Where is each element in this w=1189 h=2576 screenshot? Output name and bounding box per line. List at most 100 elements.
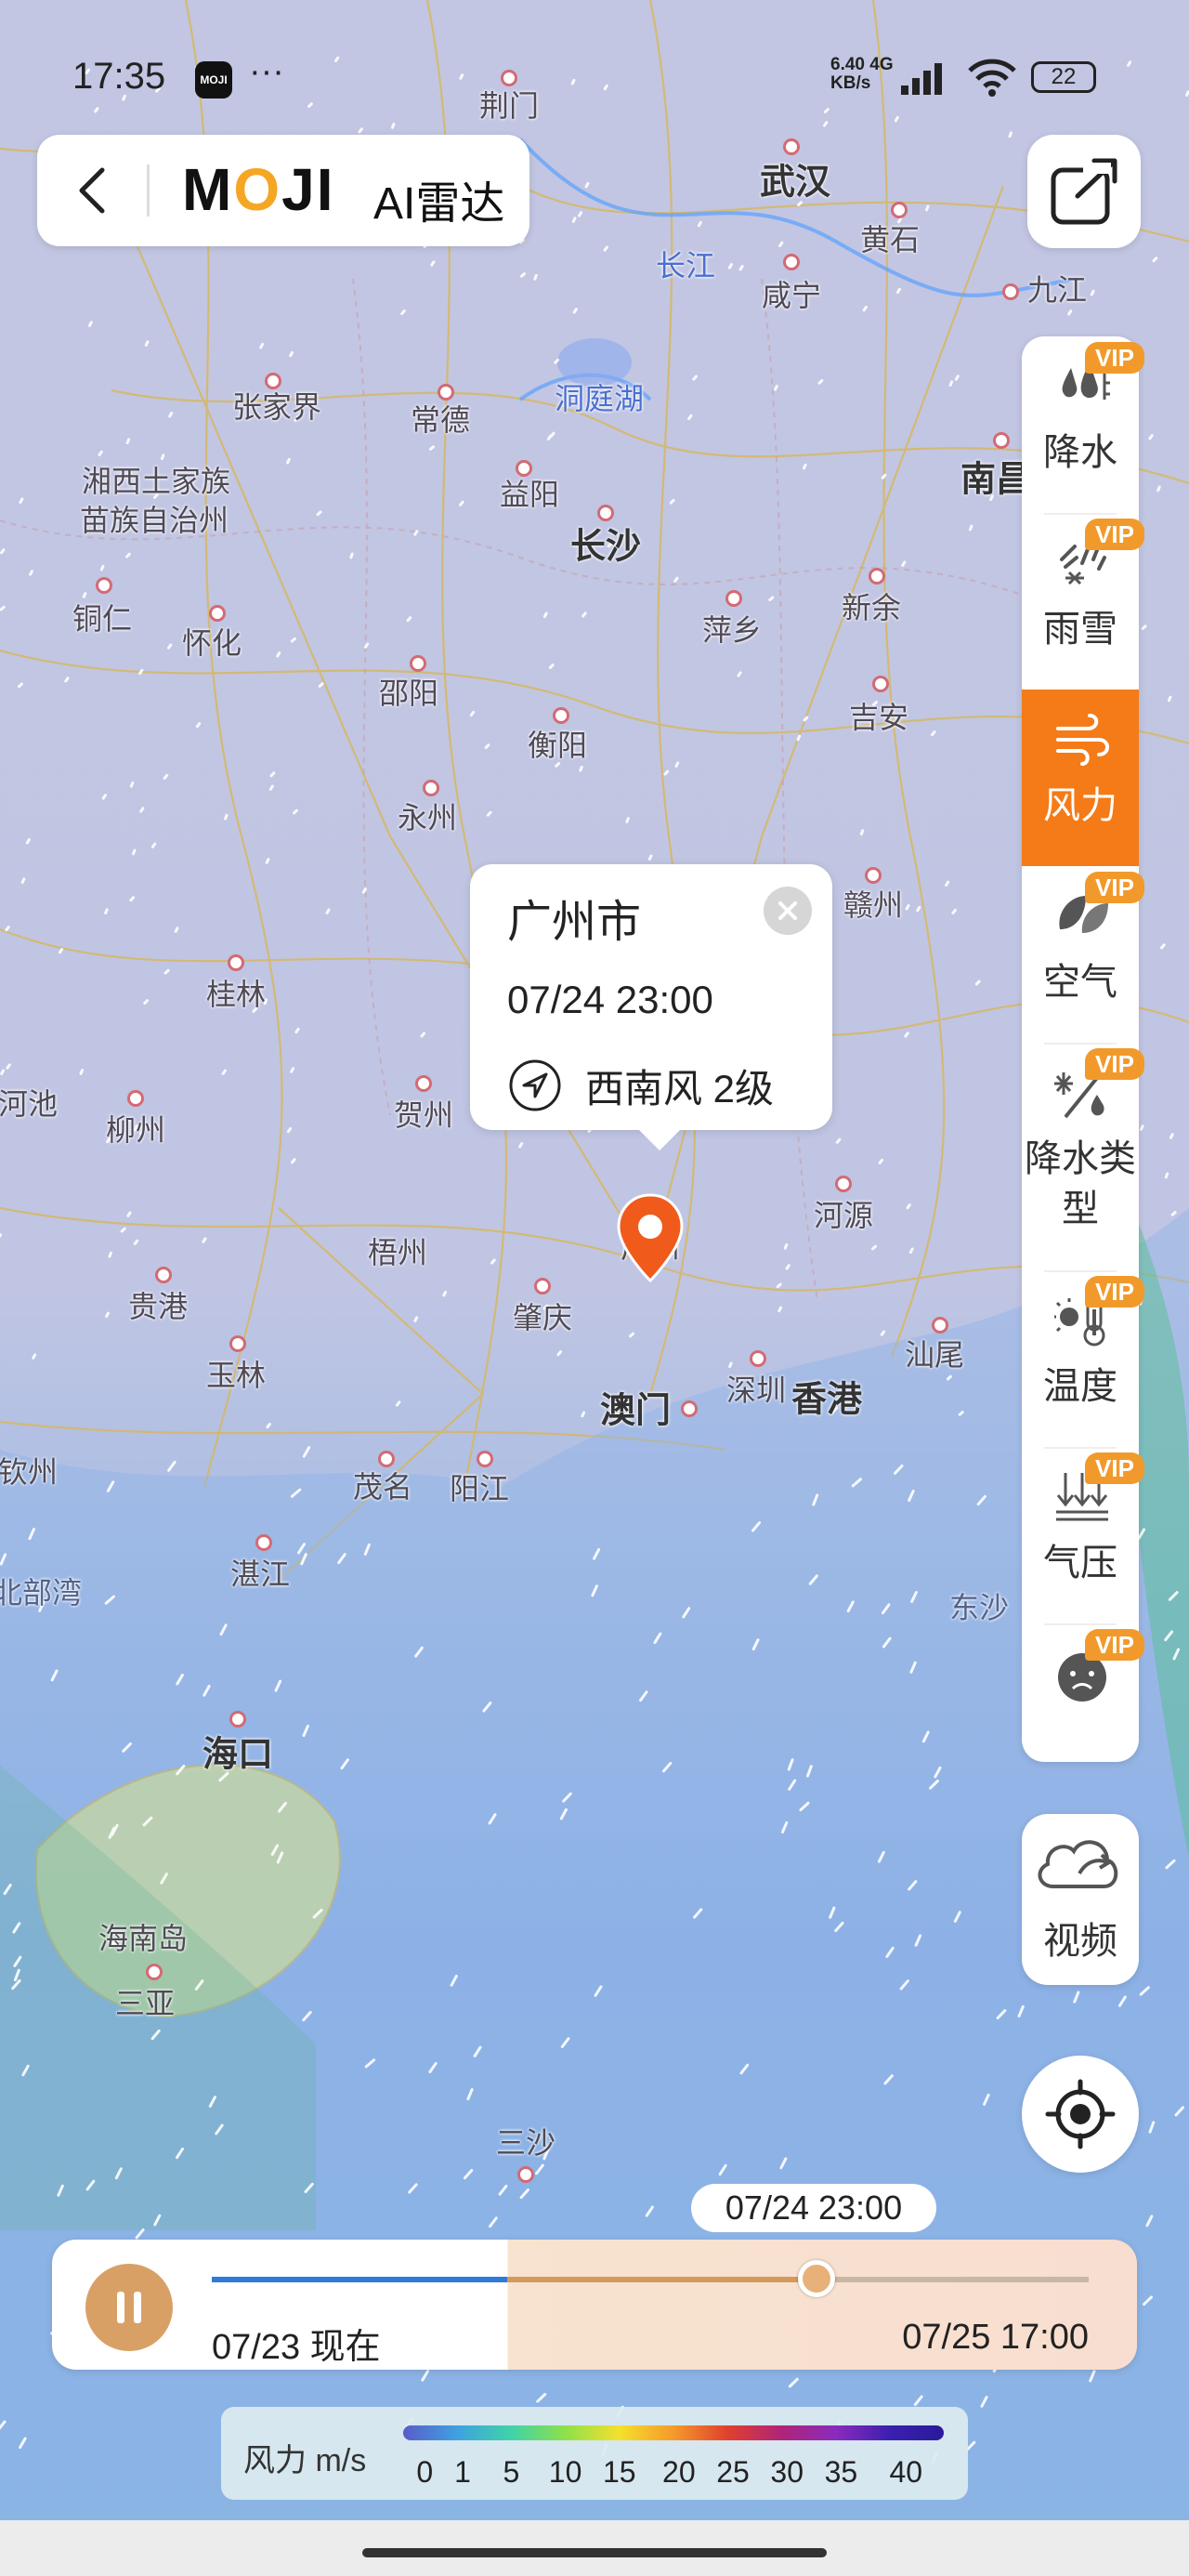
wind-particle bbox=[143, 999, 150, 1005]
video-button[interactable]: 视频 bbox=[1022, 1814, 1139, 1985]
map-city-label: 洞庭湖 bbox=[554, 382, 645, 415]
layer-item-precip-type[interactable]: 降水类型 VIP bbox=[1022, 1043, 1144, 1270]
wind-particle bbox=[395, 1400, 401, 1407]
legend-title: 风力 m/s bbox=[243, 2443, 367, 2478]
layer-item-precipitation[interactable]: 降水 VIP bbox=[1022, 336, 1144, 513]
wind-particle bbox=[413, 530, 419, 536]
timeline-track[interactable] bbox=[212, 2277, 1089, 2282]
city-marker bbox=[865, 867, 882, 884]
legend-tick: 5 bbox=[503, 2455, 520, 2489]
close-icon bbox=[778, 901, 797, 920]
locate-button[interactable] bbox=[1022, 2056, 1139, 2173]
vip-badge: VIP bbox=[1085, 519, 1144, 550]
map-city-label: 长江 bbox=[655, 249, 716, 283]
wind-particle bbox=[859, 829, 865, 836]
map-city-label: 怀化 bbox=[181, 626, 242, 660]
map-city-label: 香港 bbox=[790, 1380, 863, 1420]
map-city-label: 汕尾 bbox=[904, 1338, 965, 1372]
wind-particle bbox=[29, 570, 33, 576]
layer-item-haze[interactable]: VIP bbox=[1022, 1623, 1144, 1762]
city-marker bbox=[783, 138, 800, 155]
map-city-label: 衡阳 bbox=[527, 729, 588, 762]
map-city-label: 九江 bbox=[1026, 273, 1088, 307]
wind-particle bbox=[20, 877, 26, 885]
map-city-label: 邵阳 bbox=[378, 677, 439, 710]
wind-particle bbox=[1148, 434, 1154, 440]
pause-button[interactable] bbox=[85, 2264, 173, 2351]
legend-tick: 30 bbox=[770, 2455, 804, 2489]
status-more-icon: ··· bbox=[249, 52, 284, 91]
locate-icon bbox=[1045, 2079, 1116, 2149]
legend-tick: 40 bbox=[889, 2455, 923, 2489]
wind-particle bbox=[1164, 1172, 1169, 1179]
wind-particle bbox=[1141, 624, 1147, 630]
city-marker bbox=[423, 780, 439, 796]
timeline-start-label: 07/23 现在 bbox=[212, 2328, 381, 2367]
city-marker bbox=[750, 1350, 766, 1367]
wind-particle bbox=[400, 309, 406, 316]
legend-tick: 1 bbox=[454, 2455, 471, 2489]
wind-particle bbox=[948, 380, 954, 387]
layer-item-pressure[interactable]: 气压 VIP bbox=[1022, 1447, 1144, 1623]
wind-particle bbox=[129, 781, 135, 788]
wind-particle bbox=[269, 771, 276, 778]
city-marker bbox=[517, 2166, 534, 2183]
radar-map[interactable]: 荆门 武汉 黄石 长江 咸宁 九江 张家界 常德 洞庭湖 湘西土家族 苗族自治州 益阳 长沙 南昌 铜仁 怀化… bbox=[0, 0, 1189, 2576]
city-marker bbox=[477, 1451, 493, 1467]
layer-label: 温度 bbox=[1043, 1366, 1117, 1407]
wind-particle bbox=[1167, 695, 1172, 703]
city-marker bbox=[96, 577, 112, 594]
map-city-label: 永州 bbox=[397, 801, 458, 835]
wind-particle bbox=[224, 813, 229, 821]
popup-close-button[interactable] bbox=[764, 887, 812, 935]
layer-item-air-quality[interactable]: 空气 VIP bbox=[1022, 866, 1144, 1043]
wind-particle bbox=[259, 342, 265, 349]
layer-item-temperature[interactable]: 温度 VIP bbox=[1022, 1270, 1144, 1447]
vip-badge: VIP bbox=[1085, 1276, 1144, 1308]
moji-logo: MOJI bbox=[182, 156, 335, 223]
wind-particle bbox=[1152, 256, 1158, 263]
map-city-label: 张家界 bbox=[231, 390, 322, 424]
wind-particle bbox=[581, 1411, 586, 1418]
share-icon bbox=[1051, 158, 1117, 225]
layer-divider bbox=[1044, 513, 1117, 515]
legend-color-bar bbox=[403, 2425, 944, 2440]
wind-particle bbox=[363, 642, 370, 649]
city-marker bbox=[255, 1534, 272, 1551]
map-city-label: 黄石 bbox=[859, 223, 921, 256]
wind-particle bbox=[486, 810, 492, 817]
layer-item-rain-snow[interactable]: 雨雪 VIP bbox=[1022, 513, 1144, 690]
wind-particle bbox=[129, 896, 136, 902]
wind-particle bbox=[904, 1032, 909, 1038]
back-icon[interactable] bbox=[71, 166, 117, 215]
popup-wind: 西南风 2级 bbox=[585, 1067, 775, 1111]
map-city-label: 新余 bbox=[841, 591, 902, 624]
map-city-label: 海口 bbox=[202, 1735, 274, 1775]
map-city-label: 咸宁 bbox=[761, 279, 822, 312]
wind-particle bbox=[163, 968, 170, 975]
popup-city: 广州市 bbox=[507, 898, 642, 947]
wind-particle bbox=[954, 375, 960, 381]
location-popup[interactable]: 广州市 07/24 23:00 西南风 2级 bbox=[470, 864, 832, 1150]
wind-particle bbox=[120, 1227, 126, 1233]
timeline-thumb[interactable] bbox=[798, 2260, 836, 2297]
map-city-label: 贵港 bbox=[127, 1290, 189, 1323]
map-city-label: 深圳 bbox=[725, 1373, 787, 1407]
share-button[interactable] bbox=[1027, 135, 1141, 248]
wind-particle bbox=[737, 671, 742, 677]
timeline-current-time: 07/24 23:00 bbox=[691, 2184, 936, 2232]
wind-particle bbox=[796, 734, 802, 742]
wind-particle bbox=[276, 651, 281, 658]
map-city-label: 河源 bbox=[813, 1199, 874, 1232]
moji-app-icon: MOJI bbox=[195, 61, 232, 99]
wind-particle bbox=[484, 743, 490, 750]
city-marker bbox=[415, 1075, 432, 1092]
timeline-bar: 07/23 现在 07/25 17:00 bbox=[52, 2240, 1137, 2370]
wind-particle bbox=[163, 773, 169, 780]
layer-item-wind[interactable]: 风力 bbox=[1022, 690, 1139, 866]
home-indicator[interactable] bbox=[362, 2548, 827, 2557]
wind-particle bbox=[895, 287, 901, 295]
wind-particle bbox=[692, 375, 698, 381]
location-pin-icon[interactable] bbox=[613, 1191, 687, 1294]
wind-particle bbox=[835, 1137, 842, 1144]
